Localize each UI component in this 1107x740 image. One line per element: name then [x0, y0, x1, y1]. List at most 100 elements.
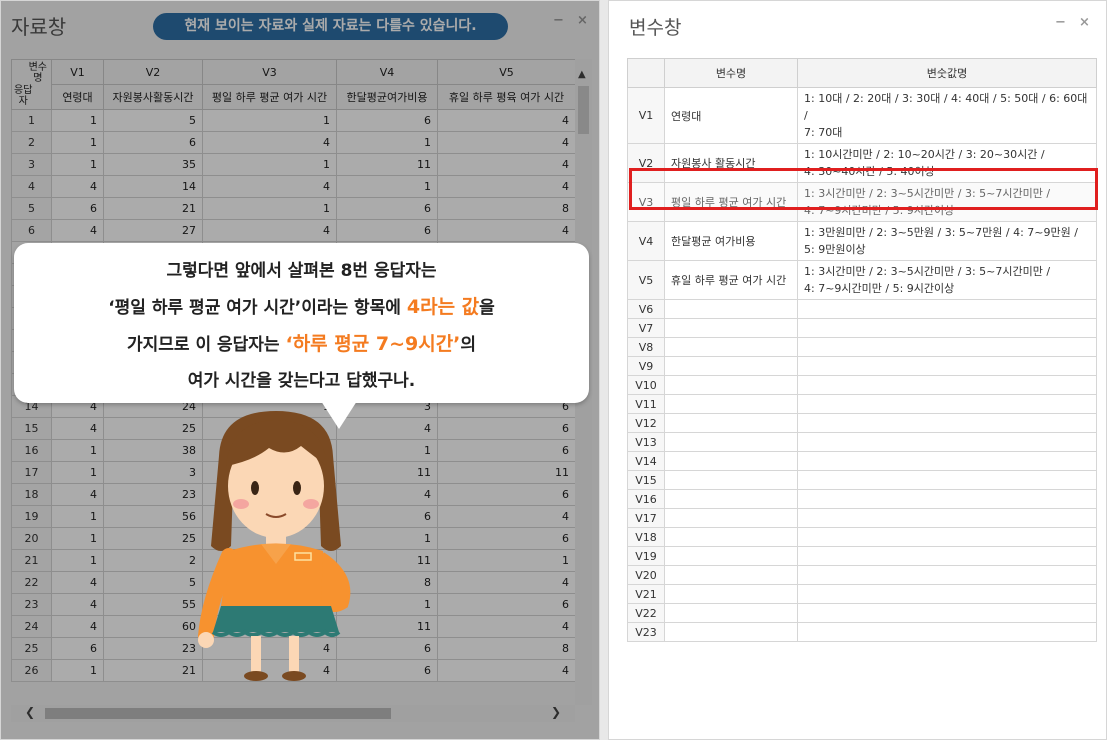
variable-row[interactable]: V12: [627, 413, 1097, 433]
grid-cell-v3[interactable]: 4: [202, 219, 337, 242]
scroll-left-icon[interactable]: ❮: [25, 705, 35, 719]
grid-cell-v5[interactable]: 6: [437, 527, 576, 550]
grid-cell-v5[interactable]: 8: [437, 637, 576, 660]
grid-cell-v4[interactable]: 1: [336, 175, 438, 198]
grid-cell-v1[interactable]: 1: [51, 153, 104, 176]
minimize-icon[interactable]: −: [1055, 15, 1066, 30]
minimize-icon[interactable]: −: [553, 13, 564, 28]
grid-cell-v1[interactable]: 4: [51, 593, 104, 616]
variable-row[interactable]: V1 연령대 1: 10대 / 2: 20대 / 3: 30대 / 4: 40대 /…: [627, 87, 1097, 144]
column-id-v4[interactable]: V4: [336, 59, 438, 85]
variable-row[interactable]: V17: [627, 508, 1097, 528]
grid-cell-v1[interactable]: 1: [51, 461, 104, 484]
scroll-up-icon[interactable]: ▲: [578, 69, 586, 80]
variable-row[interactable]: V8: [627, 337, 1097, 357]
grid-cell-v4[interactable]: 6: [336, 109, 438, 132]
grid-cell-v2[interactable]: 14: [103, 175, 203, 198]
grid-cell-v1[interactable]: 6: [51, 197, 104, 220]
grid-cell-v4[interactable]: 6: [336, 197, 438, 220]
variable-row[interactable]: V7: [627, 318, 1097, 338]
grid-cell-v2[interactable]: 5: [103, 109, 203, 132]
grid-cell-v1[interactable]: 1: [51, 109, 104, 132]
grid-cell-v1[interactable]: 1: [51, 439, 104, 462]
table-row[interactable]: 5 6 21 1 6 8: [11, 197, 576, 220]
variable-row[interactable]: V10: [627, 375, 1097, 395]
variable-row[interactable]: V16: [627, 489, 1097, 509]
grid-cell-v1[interactable]: 4: [51, 175, 104, 198]
variable-row[interactable]: V18: [627, 527, 1097, 547]
variable-row[interactable]: V21: [627, 584, 1097, 604]
grid-cell-v5[interactable]: 4: [437, 615, 576, 638]
grid-cell-v4[interactable]: 11: [336, 153, 438, 176]
variable-row[interactable]: V6: [627, 299, 1097, 319]
grid-cell-v3[interactable]: 1: [202, 109, 337, 132]
grid-cell-v4[interactable]: 1: [336, 131, 438, 154]
vertical-scroll-thumb[interactable]: [578, 86, 589, 134]
grid-cell-v5[interactable]: 4: [437, 659, 576, 682]
variable-row[interactable]: V14: [627, 451, 1097, 471]
variable-value-labels: [797, 489, 1097, 509]
grid-cell-v1[interactable]: 4: [51, 219, 104, 242]
grid-cell-v1[interactable]: 6: [51, 637, 104, 660]
grid-cell-v1[interactable]: 1: [51, 505, 104, 528]
grid-cell-v1[interactable]: 4: [51, 483, 104, 506]
variable-row[interactable]: V3 평일 하루 평균 여가 시간 1: 3시간미만 / 2: 3~5시간미만 / …: [627, 182, 1097, 222]
table-row[interactable]: 3 1 35 1 11 4: [11, 153, 576, 176]
table-row[interactable]: 216414: [11, 131, 576, 154]
table-row[interactable]: 115164: [11, 109, 576, 132]
grid-cell-v5[interactable]: 4: [437, 153, 576, 176]
grid-cell-v1[interactable]: 1: [51, 527, 104, 550]
variable-row[interactable]: V4 한달평균 여가비용 1: 3만원미만 / 2: 3~5만원 / 3: 5~7만…: [627, 221, 1097, 261]
grid-cell-v1[interactable]: 4: [51, 571, 104, 594]
column-id-v2[interactable]: V2: [103, 59, 203, 85]
value-labels-line: 1: 3만원미만 / 2: 3~5만원 / 3: 5~7만원 / 4: 7~9만…: [804, 226, 1078, 239]
grid-cell-v5[interactable]: 6: [437, 439, 576, 462]
grid-cell-v3[interactable]: 1: [202, 153, 337, 176]
grid-cell-v5[interactable]: 4: [437, 175, 576, 198]
grid-cell-v3[interactable]: 4: [202, 175, 337, 198]
grid-cell-v5[interactable]: 6: [437, 417, 576, 440]
grid-cell-v2[interactable]: 27: [103, 219, 203, 242]
grid-cell-v1[interactable]: 1: [51, 549, 104, 572]
grid-cell-v1[interactable]: 1: [51, 659, 104, 682]
table-row[interactable]: 4 4 14 4 1 4: [11, 175, 576, 198]
grid-cell-v5[interactable]: 6: [437, 483, 576, 506]
grid-cell-v2[interactable]: 6: [103, 131, 203, 154]
grid-cell-v5[interactable]: 4: [437, 571, 576, 594]
variable-row[interactable]: V19: [627, 546, 1097, 566]
grid-cell-v1[interactable]: 4: [51, 417, 104, 440]
variable-row[interactable]: V2 자원봉사 활동시간 1: 10시간미만 / 2: 10~20시간 / 3: 2…: [627, 143, 1097, 183]
grid-cell-v5[interactable]: 1: [437, 549, 576, 572]
scroll-right-icon[interactable]: ❯: [551, 705, 561, 719]
grid-cell-v5[interactable]: 4: [437, 505, 576, 528]
variable-row[interactable]: V23: [627, 622, 1097, 642]
column-id-v1[interactable]: V1: [51, 59, 104, 85]
grid-cell-v2[interactable]: 21: [103, 197, 203, 220]
grid-cell-v5[interactable]: 11: [437, 461, 576, 484]
grid-cell-v5[interactable]: 8: [437, 197, 576, 220]
grid-cell-v1[interactable]: 1: [51, 131, 104, 154]
column-id-v3[interactable]: V3: [202, 59, 337, 85]
variable-row[interactable]: V20: [627, 565, 1097, 585]
variable-row[interactable]: V9: [627, 356, 1097, 376]
horizontal-scrollbar[interactable]: ❮ ❯: [11, 705, 575, 722]
variable-row[interactable]: V15: [627, 470, 1097, 490]
grid-cell-v3[interactable]: 4: [202, 131, 337, 154]
grid-cell-v3[interactable]: 1: [202, 197, 337, 220]
horizontal-scroll-thumb[interactable]: [45, 708, 391, 719]
variable-row[interactable]: V13: [627, 432, 1097, 452]
close-icon[interactable]: ×: [1079, 15, 1090, 30]
grid-cell-v5[interactable]: 4: [437, 131, 576, 154]
grid-cell-v1[interactable]: 4: [51, 615, 104, 638]
variable-row[interactable]: V5 휴일 하루 평균 여가 시간 1: 3시간미만 / 2: 3~5시간미만 / …: [627, 260, 1097, 300]
grid-cell-v5[interactable]: 6: [437, 593, 576, 616]
close-icon[interactable]: ×: [577, 13, 588, 28]
variable-row[interactable]: V11: [627, 394, 1097, 414]
table-row[interactable]: 6 4 27 4 6 4: [11, 219, 576, 242]
grid-cell-v2[interactable]: 35: [103, 153, 203, 176]
grid-cell-v5[interactable]: 4: [437, 109, 576, 132]
variable-row[interactable]: V22: [627, 603, 1097, 623]
grid-cell-v4[interactable]: 6: [336, 219, 438, 242]
column-id-v5[interactable]: V5: [437, 59, 576, 85]
grid-cell-v5[interactable]: 4: [437, 219, 576, 242]
